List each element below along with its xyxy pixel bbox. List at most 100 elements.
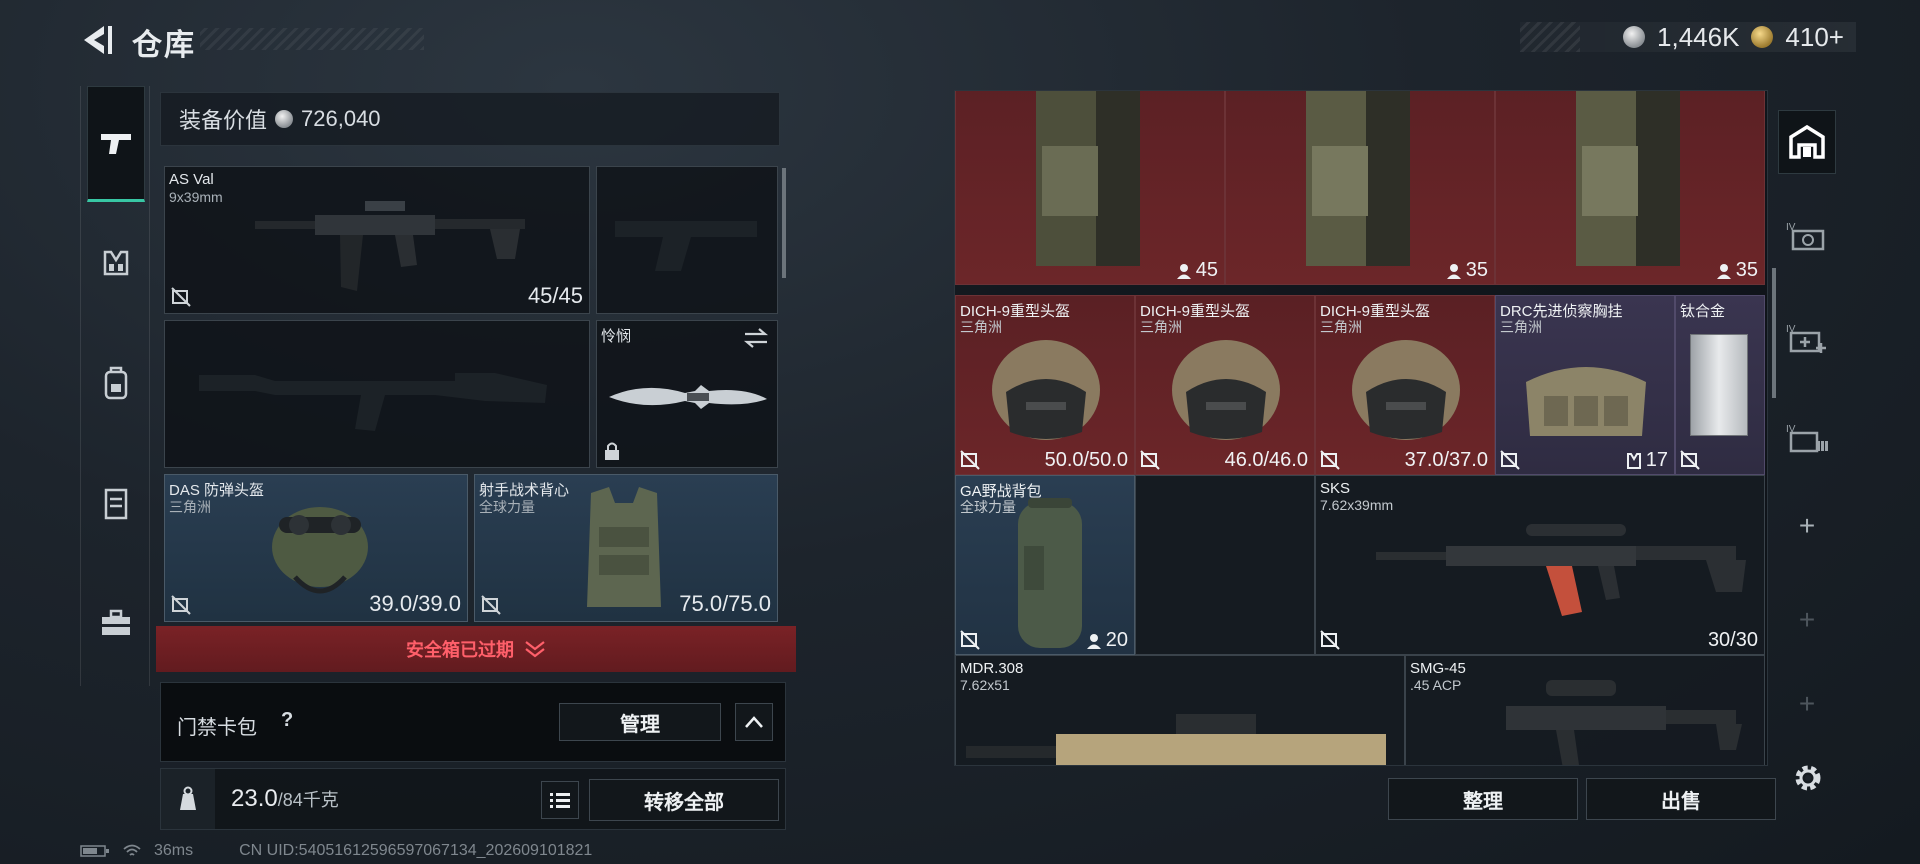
item-faction: 三角洲 (960, 319, 1002, 335)
no-transfer-icon (481, 595, 501, 615)
stash-item-backpack[interactable]: 45 (955, 91, 1225, 285)
item-count: 35 (1716, 259, 1758, 282)
durability: 50.0/50.0 (1044, 449, 1128, 471)
page-title: 仓库 (132, 29, 196, 62)
backpack-image (1306, 91, 1410, 266)
sidearm-slot-empty[interactable] (596, 166, 778, 314)
tab-main-stash[interactable] (1778, 110, 1836, 174)
weight-icon (180, 786, 196, 810)
category-rail (80, 86, 150, 686)
stash-item-mdr308[interactable]: MDR.308 7.62x51 (955, 655, 1405, 765)
ammo-storage-icon: IV (1786, 424, 1828, 453)
transfer-all-button[interactable]: 转移全部 (589, 779, 779, 821)
ammo-count: 45/45 (527, 283, 583, 308)
swap-icon[interactable] (743, 327, 769, 349)
knife-image (609, 385, 767, 409)
item-faction: 三角洲 (1320, 319, 1362, 335)
no-transfer-icon (960, 630, 980, 650)
user-icon (1716, 263, 1731, 279)
add-storage-button-locked[interactable]: + (1778, 588, 1836, 652)
chevron-double-down-icon (525, 641, 545, 658)
list-view-button[interactable] (541, 781, 579, 819)
durability: 37.0/37.0 (1404, 449, 1488, 471)
equipment-value-amount: 726,040 (301, 106, 381, 131)
stash-item-helmet[interactable]: DICH-9重型头盔 三角洲 50.0/50.0 (955, 295, 1135, 475)
sks-rifle-image (1376, 524, 1746, 616)
smg-image (1506, 680, 1742, 765)
carry-weight: 23.0/84千克 (231, 785, 339, 813)
item-faction: 三角洲 (169, 499, 211, 515)
stash-item-field-backpack[interactable]: GA野战背包 全球力量 20 (955, 475, 1135, 655)
pistol-silhouette-icon (615, 221, 757, 271)
manage-button[interactable]: 管理 (559, 703, 721, 741)
loadout-scrollbar[interactable] (782, 168, 786, 278)
duffel-bag-image (1018, 498, 1082, 648)
stash-item-helmet[interactable]: DICH-9重型头盔 三角洲 46.0/46.0 (1135, 295, 1315, 475)
stash-grid: 45 35 35 DICH-9重型头盔 三角洲 50.0/50.0 DICH-9… (954, 90, 1768, 766)
tab-case[interactable] (87, 474, 145, 532)
helmet-image (1172, 340, 1280, 440)
item-count: 17 (1626, 449, 1668, 472)
stash-scrollbar[interactable] (1772, 268, 1776, 398)
secondary-weapon-slot-empty[interactable] (164, 320, 590, 468)
stash-empty-cell[interactable] (1135, 475, 1315, 655)
no-transfer-icon (1500, 450, 1520, 470)
sort-button[interactable]: 整理 (1388, 778, 1578, 820)
stash-item-titanium[interactable]: 钛合金 (1675, 295, 1765, 475)
backpack-image (1036, 91, 1140, 266)
tab-storage-iv-2[interactable]: IV (1778, 306, 1836, 370)
tab-storage-iv-3[interactable]: IV (1778, 406, 1836, 470)
back-button[interactable] (78, 20, 118, 60)
storage-expansion-icon: IV (1786, 222, 1825, 251)
user-icon (1176, 263, 1191, 279)
stash-item-backpack[interactable]: 35 (1225, 91, 1495, 285)
helmet-slot[interactable]: DAS 防弹头盔 三角洲 39.0/39.0 (164, 474, 468, 622)
stash-item-sks[interactable]: SKS 7.62x39mm 30/30 (1315, 475, 1765, 655)
tab-backpack[interactable] (87, 354, 145, 412)
backpack-image (1576, 91, 1680, 266)
lock-icon (605, 442, 619, 460)
stash-item-smg45[interactable]: SMG-45 .45 ACP (1405, 655, 1765, 765)
primary-weapon-slot[interactable]: AS Val 9x39mm 45/45 (164, 166, 590, 314)
chevron-up-icon (745, 716, 763, 728)
armor-vest-slot[interactable]: 射手战术背心 全球力量 75.0/75.0 (474, 474, 778, 622)
help-icon[interactable]: ? (281, 709, 293, 732)
title-decoration (200, 28, 424, 50)
gold-amount[interactable]: 410+ (1785, 22, 1844, 53)
add-storage-button-locked[interactable]: + (1778, 672, 1836, 736)
mdr-rifle-image (966, 714, 1386, 765)
item-faction: 三角洲 (1140, 319, 1182, 335)
stash-item-backpack[interactable]: 35 (1495, 91, 1765, 285)
pistol-icon (101, 134, 131, 154)
safe-box-expired-banner[interactable]: 安全箱已过期 (156, 626, 796, 672)
storage-tabs: IV IV IV + + + (1778, 96, 1836, 796)
gear-icon (1795, 765, 1821, 791)
item-caliber: 9x39mm (169, 189, 223, 205)
stash-item-helmet[interactable]: DICH-9重型头盔 三角洲 37.0/37.0 (1315, 295, 1495, 475)
tab-toolbox[interactable] (87, 594, 145, 652)
add-storage-button[interactable]: + (1778, 494, 1836, 558)
item-caliber: 7.62x51 (960, 677, 1010, 693)
loadout-panel: 装备价值 726,040 AS Val 9x39mm 45/45 怜悯 DAS … (156, 92, 796, 830)
item-count: 45 (1176, 259, 1218, 282)
user-uid: CN UID:5405161259659706713​4_20260910182… (239, 842, 593, 859)
settings-button[interactable] (1790, 760, 1830, 800)
silver-coin-icon (1623, 26, 1646, 48)
tab-storage-iv-1[interactable]: IV (1778, 204, 1836, 268)
backpack-icon (104, 366, 128, 400)
wifi-icon (123, 844, 141, 856)
item-name: 怜悯 (601, 328, 632, 345)
gold-coin-icon (1751, 26, 1774, 48)
chest-rig-icon (103, 250, 129, 276)
status-bar: 36ms CN UID:5405161259659706713​4_202609… (80, 842, 592, 860)
melee-slot[interactable]: 怜悯 (596, 320, 778, 468)
tab-chest-rig[interactable] (87, 234, 145, 292)
tab-weapons[interactable] (87, 86, 145, 202)
no-transfer-icon (1320, 450, 1340, 470)
sell-button[interactable]: 出售 (1586, 778, 1776, 820)
collapse-button[interactable] (735, 703, 773, 741)
stash-item-chest-rig[interactable]: DRC先进侦察胸挂 三角洲 17 (1495, 295, 1675, 475)
medical-storage-icon: IV (1786, 324, 1826, 353)
item-faction: 全球力量 (479, 499, 535, 515)
carry-weight-max: /84千克 (277, 790, 339, 810)
